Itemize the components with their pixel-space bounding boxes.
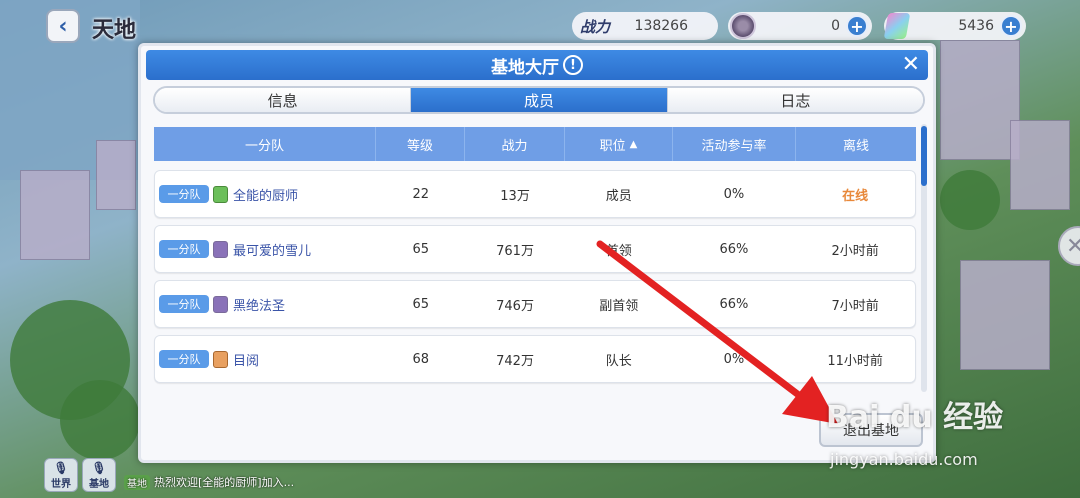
column-header-level[interactable]: 等级 [376, 127, 465, 161]
tree [60, 380, 140, 460]
position-cell: 成员 [605, 188, 632, 204]
power-cell: 13万 [500, 188, 530, 204]
dialog-title: 基地大厅 [491, 57, 559, 78]
rate-cell: 66% [719, 241, 749, 257]
chat-channel-tag: 基地 [124, 474, 150, 490]
position-cell: 队长 [605, 353, 632, 369]
add-gems-button[interactable]: + [846, 15, 868, 37]
level-cell: 68 [412, 351, 430, 367]
column-header-rate[interactable]: 活动参与率 [673, 127, 796, 161]
tab-info[interactable]: 信息 [155, 88, 412, 112]
building [940, 40, 1020, 160]
crystal-value: 5436 [958, 18, 994, 34]
chat-text: 热烈欢迎[全能的厨师]加入... [154, 476, 295, 489]
power-display: 战力 138266 [572, 12, 718, 40]
power-cell: 742万 [496, 353, 534, 369]
power-label: 战力 [580, 17, 611, 36]
level-cell: 65 [412, 241, 430, 257]
microphone-icon: 🎙 [53, 460, 69, 475]
column-header-position[interactable]: 职位 ▲ [565, 127, 673, 161]
side-close-icon[interactable]: ✕ [1058, 226, 1080, 266]
table-row[interactable]: 一分队 最可爱的雪儿 65 761万 首领 66% 2小时前 [154, 225, 916, 273]
offline-cell: 7小时前 [831, 298, 879, 314]
table-header: 一分队 等级 战力 职位 ▲ 活动参与率 离线 [154, 127, 916, 161]
squad-badge: 一分队 [159, 185, 209, 203]
scroll-thumb[interactable] [921, 126, 927, 186]
tree [940, 170, 1000, 230]
squad-badge: 一分队 [159, 350, 209, 368]
crystal-currency: 5436 + [883, 12, 1026, 40]
dialog-header: 基地大厅 ! ✕ [146, 50, 928, 80]
chevron-left-icon: ‹ [58, 13, 68, 39]
table-row[interactable]: 一分队 全能的厨师 22 13万 成员 0% 在线 [154, 170, 916, 218]
squad-badge: 一分队 [159, 295, 209, 313]
back-button[interactable]: ‹ [46, 9, 80, 43]
sort-up-icon: ▲ [629, 138, 638, 150]
crystal-icon [883, 13, 911, 39]
page-title: 天地 [92, 18, 137, 43]
player-name: 全能的厨师 [233, 188, 299, 204]
tab-members[interactable]: 成员 [411, 88, 668, 112]
column-header-squad[interactable]: 一分队 [154, 127, 376, 161]
gem-currency: 0 + [728, 12, 872, 40]
world-chat-label: 世界 [51, 478, 71, 490]
watermark-logo: Bai du 经验 [826, 400, 1004, 435]
gem-icon [730, 13, 756, 39]
tab-log[interactable]: 日志 [667, 88, 923, 112]
offline-cell: 11小时前 [827, 353, 883, 369]
table-row[interactable]: 一分队 目阅 68 742万 队长 0% 11小时前 [154, 335, 916, 383]
shield-rank-icon [213, 240, 228, 258]
column-header-power[interactable]: 战力 [465, 127, 565, 161]
player-name: 最可爱的雪儿 [233, 243, 312, 259]
rate-cell: 0% [723, 186, 745, 202]
power-cell: 746万 [496, 298, 534, 314]
shield-rank-icon [213, 295, 228, 313]
shield-rank-icon [213, 350, 228, 368]
player-name: 目阅 [233, 353, 260, 369]
shield-rank-icon [213, 185, 228, 203]
building [20, 170, 90, 260]
rate-cell: 0% [723, 351, 745, 367]
offline-cell: 在线 [842, 188, 869, 204]
close-button[interactable]: ✕ [902, 52, 920, 77]
column-header-offline[interactable]: 离线 [796, 127, 916, 161]
gem-value: 0 [831, 18, 840, 34]
position-cell: 首领 [605, 243, 632, 259]
offline-cell: 2小时前 [831, 243, 879, 259]
table-scrollbar[interactable] [921, 124, 927, 392]
microphone-icon: 🎙 [91, 460, 107, 475]
level-cell: 65 [412, 296, 430, 312]
building [1010, 120, 1070, 210]
building [96, 140, 136, 210]
add-crystals-button[interactable]: + [1000, 15, 1022, 37]
power-value: 138266 [634, 18, 688, 34]
squad-badge: 一分队 [159, 240, 209, 258]
info-icon[interactable]: ! [563, 55, 583, 75]
tab-bar: 信息 成员 日志 [153, 86, 925, 114]
table-row[interactable]: 一分队 黑绝法圣 65 746万 副首领 66% 7小时前 [154, 280, 916, 328]
base-chat-button[interactable]: 🎙 基地 [82, 458, 116, 492]
power-cell: 761万 [496, 243, 534, 259]
chat-message: 基地 热烈欢迎[全能的厨师]加入... [124, 474, 294, 490]
members-table: 一分队 等级 战力 职位 ▲ 活动参与率 离线 一分队 全能的厨师 22 13万 … [151, 124, 917, 392]
column-header-position-label: 职位 [599, 138, 626, 154]
watermark-url: jingyan.baidu.com [830, 450, 978, 469]
rate-cell: 66% [719, 296, 749, 312]
level-cell: 22 [412, 186, 430, 202]
world-chat-button[interactable]: 🎙 世界 [44, 458, 78, 492]
position-cell: 副首领 [599, 298, 639, 314]
player-name: 黑绝法圣 [233, 298, 286, 314]
base-chat-label: 基地 [89, 478, 109, 490]
base-hall-dialog: 基地大厅 ! ✕ 信息 成员 日志 一分队 等级 战力 职位 ▲ 活动参与率 离线… [138, 43, 936, 463]
building [960, 260, 1050, 370]
